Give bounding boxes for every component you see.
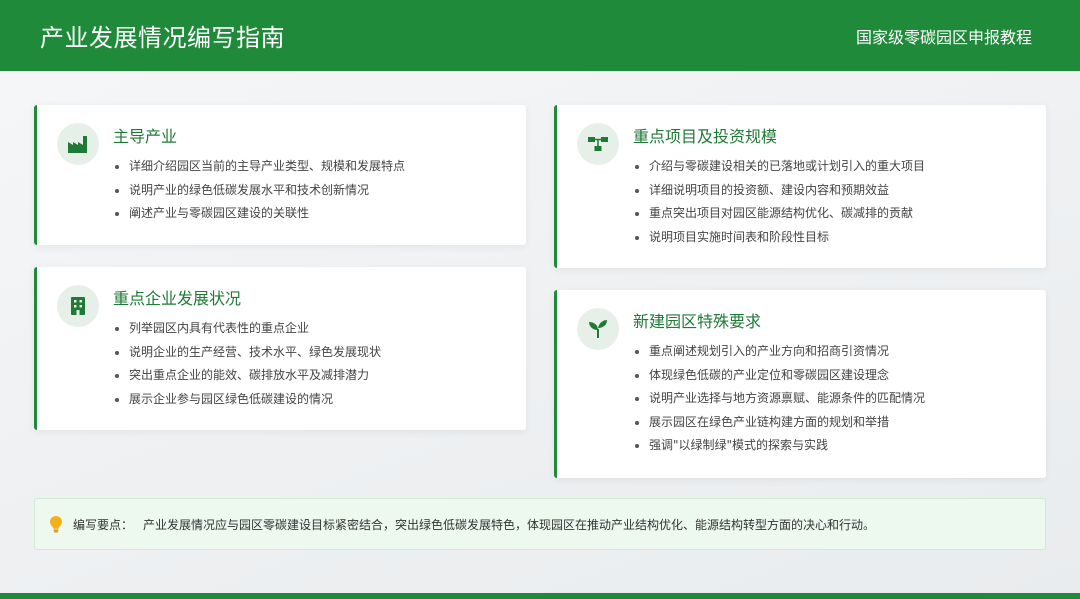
list-item: 介绍与零碳建设相关的已落地或计划引入的重大项目 <box>635 155 925 179</box>
bullet-list: 重点阐述规划引入的产业方向和招商引资情况 体现绿色低碳的产业定位和零碳园区建设理… <box>635 340 925 458</box>
card-title: 主导产业 <box>113 127 178 146</box>
list-item: 阐述产业与零碳园区建设的关联性 <box>115 202 405 226</box>
list-item: 体现绿色低碳的产业定位和零碳园区建设理念 <box>635 364 925 388</box>
page-title: 产业发展情况编写指南 <box>40 24 285 52</box>
list-item: 强调"以绿制绿"模式的探索与实践 <box>635 434 925 458</box>
list-item: 详细说明项目的投资额、建设内容和预期效益 <box>635 179 925 203</box>
list-item: 说明产业的绿色低碳发展水平和技术创新情况 <box>115 179 405 203</box>
card-title: 新建园区特殊要求 <box>633 312 762 331</box>
list-item: 列举园区内具有代表性的重点企业 <box>115 317 381 341</box>
list-item: 重点阐述规划引入的产业方向和招商引资情况 <box>635 340 925 364</box>
list-item: 展示园区在绿色产业链构建方面的规划和举措 <box>635 411 925 435</box>
page-subtitle: 国家级零碳园区申报教程 <box>855 27 1032 47</box>
card-title: 重点项目及投资规模 <box>633 127 778 146</box>
footer-bar <box>0 593 1080 599</box>
list-item: 展示企业参与园区绿色低碳建设的情况 <box>115 388 381 412</box>
list-item: 突出重点企业的能效、碳排放水平及减排潜力 <box>115 364 381 388</box>
tip-text: 产业发展情况应与园区零碳建设目标紧密结合，突出绿色低碳发展特色，体现园区在推动产… <box>143 517 876 532</box>
lightbulb-icon <box>49 515 63 533</box>
project-diagram-icon <box>577 123 619 165</box>
list-item: 说明项目实施时间表和阶段性目标 <box>635 226 925 250</box>
list-item: 详细介绍园区当前的主导产业类型、规模和发展特点 <box>115 155 405 179</box>
bullet-list: 列举园区内具有代表性的重点企业 说明企业的生产经营、技术水平、绿色发展现状 突出… <box>115 317 381 411</box>
building-icon <box>57 285 99 327</box>
list-item: 重点突出项目对园区能源结构优化、碳减排的贡献 <box>635 202 925 226</box>
header-bar: 产业发展情况编写指南 国家级零碳园区申报教程 <box>0 0 1080 71</box>
writing-tip-box: 编写要点： 产业发展情况应与园区零碳建设目标紧密结合，突出绿色低碳发展特色，体现… <box>34 498 1046 550</box>
card-new-park-requirements: 新建园区特殊要求 重点阐述规划引入的产业方向和招商引资情况 体现绿色低碳的产业定… <box>554 290 1046 478</box>
factory-icon <box>57 123 99 165</box>
card-key-enterprises: 重点企业发展状况 列举园区内具有代表性的重点企业 说明企业的生产经营、技术水平、… <box>34 267 526 430</box>
seedling-icon <box>577 308 619 350</box>
list-item: 说明产业选择与地方资源禀赋、能源条件的匹配情况 <box>635 387 925 411</box>
card-leading-industry: 主导产业 详细介绍园区当前的主导产业类型、规模和发展特点 说明产业的绿色低碳发展… <box>34 105 526 245</box>
card-title: 重点企业发展状况 <box>113 289 242 308</box>
bullet-list: 详细介绍园区当前的主导产业类型、规模和发展特点 说明产业的绿色低碳发展水平和技术… <box>115 155 405 226</box>
tip-label: 编写要点： <box>73 517 134 532</box>
card-key-projects: 重点项目及投资规模 介绍与零碳建设相关的已落地或计划引入的重大项目 详细说明项目… <box>554 105 1046 268</box>
list-item: 说明企业的生产经营、技术水平、绿色发展现状 <box>115 341 381 365</box>
bullet-list: 介绍与零碳建设相关的已落地或计划引入的重大项目 详细说明项目的投资额、建设内容和… <box>635 155 925 249</box>
